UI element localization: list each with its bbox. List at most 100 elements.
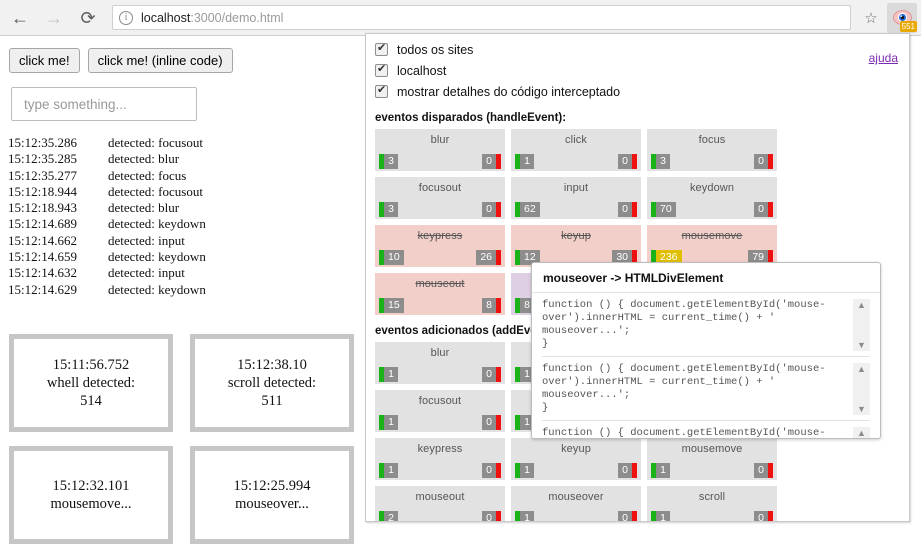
event-card[interactable]: keyup 1 0	[511, 438, 641, 480]
count-value: 1	[520, 511, 534, 521]
event-card-blocked-count[interactable]: 0	[482, 415, 501, 430]
log-row: 15:12:14.689 detected: keydown	[8, 216, 348, 232]
event-card[interactable]: focusout 1 0	[375, 390, 505, 432]
event-card[interactable]: scroll 1 0	[647, 486, 777, 521]
event-card-handler-count[interactable]: 10	[379, 250, 404, 265]
event-card-blocked-count[interactable]: 0	[618, 154, 637, 169]
back-icon[interactable]: ←	[6, 4, 34, 32]
event-card-title: focusout	[418, 182, 462, 194]
event-card-blocked-count[interactable]: 0	[618, 511, 637, 521]
scroll-down-icon[interactable]: ▼	[857, 340, 866, 350]
event-card-handler-count[interactable]: 62	[515, 202, 540, 217]
event-card-blocked-count[interactable]: 0	[618, 202, 637, 217]
event-card-blocked-count[interactable]: 8	[482, 298, 501, 313]
checkbox-icon[interactable]	[375, 41, 388, 56]
event-card[interactable]: focusout 3 0	[375, 177, 505, 219]
event-card-blocked-count[interactable]: 0	[482, 154, 501, 169]
event-card-handler-count[interactable]: 1	[651, 463, 670, 478]
click-me-inline-button[interactable]: click me! (inline code)	[87, 48, 233, 73]
detection-box-count: 514	[80, 393, 102, 409]
code-scrollbar[interactable]: ▲▼	[853, 363, 870, 415]
event-card-blocked-count[interactable]: 0	[754, 154, 773, 169]
event-card-blocked-count[interactable]: 0	[482, 202, 501, 217]
detection-box[interactable]: 15:12:32.101 mousemove...	[9, 446, 173, 544]
scroll-up-icon[interactable]: ▲	[857, 364, 866, 374]
red-bar-icon	[768, 154, 773, 169]
event-card-handler-count[interactable]: 15	[379, 298, 404, 313]
event-card[interactable]: blur 3 0	[375, 129, 505, 171]
event-card-blocked-count[interactable]: 0	[618, 463, 637, 478]
event-card-handler-count[interactable]: 70	[651, 202, 676, 217]
event-card-handler-count[interactable]: 1	[515, 154, 534, 169]
url-text: localhost:3000/demo.html	[141, 11, 283, 25]
event-card-handler-count[interactable]: 1	[515, 463, 534, 478]
event-card-blocked-count[interactable]: 0	[482, 511, 501, 521]
event-card-blocked-count[interactable]: 26	[476, 250, 501, 265]
event-card[interactable]: blur 1 0	[375, 342, 505, 384]
code-scrollbar[interactable]: ▲▼	[853, 299, 870, 351]
event-card-handler-count[interactable]: 1	[379, 415, 398, 430]
checkbox-icon[interactable]	[375, 83, 388, 98]
event-card-title: focusout	[418, 395, 462, 407]
event-card-handler-count[interactable]: 1	[651, 511, 670, 521]
event-card-blocked-count[interactable]: 0	[754, 463, 773, 478]
type-something-input[interactable]	[11, 87, 197, 121]
detection-box[interactable]: 15:11:56.752 whell detected: 514	[9, 334, 173, 432]
event-card[interactable]: keydown 70 0	[647, 177, 777, 219]
event-card-handler-count[interactable]: 3	[651, 154, 670, 169]
event-card-handler-count[interactable]: 2	[379, 511, 398, 521]
event-card-handler-count[interactable]: 3	[379, 154, 398, 169]
scroll-up-icon[interactable]: ▲	[857, 300, 866, 310]
bookmark-star-icon[interactable]: ☆	[859, 6, 883, 30]
event-card[interactable]: input 62 0	[511, 177, 641, 219]
checkbox-icon[interactable]	[375, 62, 388, 77]
event-card-handler-count[interactable]: 1	[515, 511, 534, 521]
code-block: function () { document.getElementById('m…	[542, 421, 870, 438]
log-message: detected: input	[108, 265, 185, 281]
address-bar[interactable]: i localhost:3000/demo.html	[112, 5, 851, 30]
event-card-handler-count[interactable]: 1	[379, 463, 398, 478]
forward-icon: →	[45, 7, 63, 28]
checkbox-label: todos os sites	[397, 42, 474, 57]
event-card[interactable]: mouseout 2 0	[375, 486, 505, 521]
click-me-button[interactable]: click me!	[9, 48, 80, 73]
filter-checkbox-row[interactable]: mostrar detalhes do código interceptado	[375, 81, 909, 102]
reload-icon[interactable]: ⟳	[74, 4, 102, 32]
event-card[interactable]: focus 3 0	[647, 129, 777, 171]
event-card[interactable]: mouseout 15 8	[375, 273, 505, 315]
event-card[interactable]: keypress 1 0	[375, 438, 505, 480]
help-link[interactable]: ajuda	[869, 51, 898, 65]
filter-checkbox-row[interactable]: localhost	[375, 60, 909, 81]
detection-box[interactable]: 15:12:38.10 scroll detected: 511	[190, 334, 354, 432]
event-card[interactable]: mouseover 1 0	[511, 486, 641, 521]
event-card-blocked-count[interactable]: 0	[754, 511, 773, 521]
scroll-up-icon[interactable]: ▲	[857, 428, 866, 438]
event-card-title: blur	[430, 347, 450, 359]
event-card[interactable]: click 1 0	[511, 129, 641, 171]
count-value: 0	[482, 154, 496, 169]
log-row: 15:12:14.629 detected: keydown	[8, 282, 348, 298]
event-card-title: focus	[698, 134, 726, 146]
event-card[interactable]: mousemove 1 0	[647, 438, 777, 480]
red-bar-icon	[496, 463, 501, 478]
log-message: detected: blur	[108, 151, 180, 167]
event-card-blocked-count[interactable]: 0	[754, 202, 773, 217]
event-card[interactable]: keypress 10 26	[375, 225, 505, 267]
event-card-blocked-count[interactable]: 0	[482, 463, 501, 478]
event-card[interactable]: mousemove 236 79	[647, 225, 777, 267]
scroll-down-icon[interactable]: ▼	[857, 404, 866, 414]
extension-eye-icon[interactable]: 551	[887, 2, 917, 33]
filter-checkbox-row[interactable]: todos os sites	[375, 39, 909, 60]
code-scrollbar[interactable]: ▲▼	[853, 427, 870, 438]
red-bar-icon	[496, 298, 501, 313]
detection-box[interactable]: 15:12:25.994 mouseover...	[190, 446, 354, 544]
count-value: 0	[482, 463, 496, 478]
red-bar-icon	[496, 415, 501, 430]
event-card-blocked-count[interactable]: 0	[482, 367, 501, 382]
event-card-handler-count[interactable]: 1	[379, 367, 398, 382]
event-card-handler-count[interactable]: 3	[379, 202, 398, 217]
count-value: 1	[656, 463, 670, 478]
site-info-icon[interactable]: i	[119, 10, 133, 25]
log-row: 15:12:14.662 detected: input	[8, 233, 348, 249]
event-card[interactable]: keyup 12 30	[511, 225, 641, 267]
